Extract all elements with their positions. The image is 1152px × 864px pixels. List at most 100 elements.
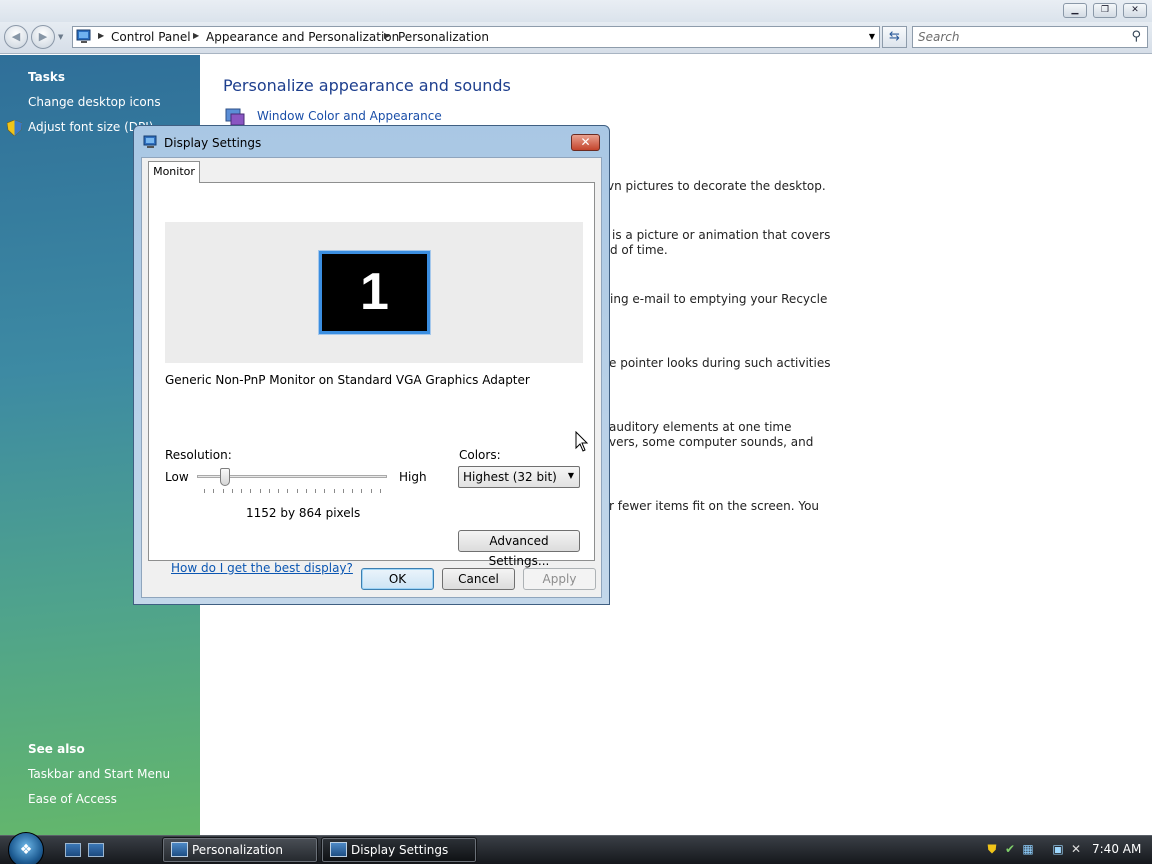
resolution-slider-thumb[interactable] xyxy=(220,468,231,486)
window-color-appearance-link[interactable]: Window Color and Appearance xyxy=(257,109,442,123)
breadcrumb-separator-icon: ▶ xyxy=(384,31,391,40)
window-color-icon xyxy=(225,108,245,126)
windows-update-icon[interactable]: ✔ xyxy=(1003,842,1017,856)
slider-tick xyxy=(287,489,289,493)
dialog-body: Monitor 1 Generic Non-PnP Monitor on Sta… xyxy=(141,157,602,598)
colors-label: Colors: xyxy=(459,448,501,462)
monitor-arrangement-area: 1 xyxy=(165,222,583,363)
refresh-icon: ⇆ xyxy=(889,29,900,44)
link-ease-of-access[interactable]: Ease of Access xyxy=(28,792,117,806)
theme-description-line-1: auditory elements at one time xyxy=(609,420,792,434)
slider-tick xyxy=(259,489,261,493)
taskbar-button-display-settings[interactable]: Display Settings xyxy=(321,837,477,863)
volume-muted-icon[interactable]: ✕ xyxy=(1069,842,1083,856)
control-panel-icon xyxy=(76,29,91,43)
slider-tick xyxy=(342,489,344,493)
forward-button[interactable]: ▶ xyxy=(31,25,55,49)
close-icon: ✕ xyxy=(580,135,591,149)
slider-tick xyxy=(204,489,205,493)
search-icon[interactable]: ⚲ xyxy=(1131,29,1141,44)
slider-tick xyxy=(268,489,270,493)
task-change-desktop-icons[interactable]: Change desktop icons xyxy=(28,95,161,109)
back-arrow-icon: ◀ xyxy=(11,30,21,43)
screen-saver-description-line-2: d of time. xyxy=(610,243,668,257)
slider-tick xyxy=(333,489,335,493)
breadcrumb-appearance-personalization[interactable]: Appearance and Personalization xyxy=(206,30,399,44)
breadcrumb-separator-icon: ▶ xyxy=(193,31,200,40)
minimize-button[interactable]: ▁ xyxy=(1063,3,1087,18)
slider-tick xyxy=(231,489,233,493)
navigation-bar: ◀ ▶ ▼ ▶ Control Panel ▶ Appearance and P… xyxy=(0,22,1152,54)
back-button[interactable]: ◀ xyxy=(4,25,28,49)
display-settings-description: r fewer items fit on the screen. You xyxy=(609,499,820,513)
advanced-settings-button[interactable]: Advanced Settings... xyxy=(458,530,580,568)
dialog-title: Display Settings xyxy=(164,136,262,150)
refresh-button[interactable]: ⇆ xyxy=(882,26,907,48)
breadcrumb-personalization[interactable]: Personalization xyxy=(398,30,489,44)
taskbar-button-personalization[interactable]: Personalization xyxy=(162,837,318,863)
colors-dropdown[interactable]: Highest (32 bit) ▼ xyxy=(458,466,580,488)
slider-tick xyxy=(278,489,280,493)
mouse-cursor-icon xyxy=(575,431,589,452)
address-bar[interactable]: ▶ Control Panel ▶ Appearance and Persona… xyxy=(72,26,880,48)
cancel-button[interactable]: Cancel xyxy=(442,568,515,590)
monitor-description: Generic Non-PnP Monitor on Standard VGA … xyxy=(165,373,530,387)
slider-tick xyxy=(352,489,354,493)
forward-arrow-icon: ▶ xyxy=(38,30,48,43)
display-settings-icon xyxy=(143,135,157,148)
windows-logo-icon: ❖ xyxy=(19,842,33,858)
slider-tick xyxy=(305,489,307,493)
apply-button[interactable]: Apply xyxy=(523,568,596,590)
notification-area: ⛊ ✔ ▦ ▣ ✕ 7:40 AM xyxy=(975,836,1152,864)
slider-tick xyxy=(250,489,252,493)
start-button[interactable]: ❖ xyxy=(8,832,44,864)
best-display-help-link[interactable]: How do I get the best display? xyxy=(171,561,353,575)
search-box: ⚲ xyxy=(912,26,1148,48)
dropdown-arrow-icon: ▼ xyxy=(567,471,574,480)
dialog-close-button[interactable]: ✕ xyxy=(571,134,600,151)
desktop-background-description: vn pictures to decorate the desktop. xyxy=(607,179,826,193)
mouse-pointers-description: e pointer looks during such activities xyxy=(609,356,831,370)
display-settings-window-icon xyxy=(330,842,347,857)
monitor-1-thumbnail[interactable]: 1 xyxy=(318,250,431,335)
resolution-value: 1152 by 864 pixels xyxy=(246,506,361,520)
slider-tick xyxy=(324,489,326,493)
security-alert-icon[interactable]: ⛊ xyxy=(985,842,999,856)
maximize-button[interactable]: ❐ xyxy=(1093,3,1117,18)
show-desktop-icon[interactable] xyxy=(65,843,81,857)
recent-pages-dropdown-icon[interactable]: ▼ xyxy=(58,33,63,41)
close-button[interactable]: ✕ xyxy=(1123,3,1147,18)
uac-shield-icon xyxy=(7,120,22,136)
slider-tick xyxy=(222,489,224,493)
taskbar-clock[interactable]: 7:40 AM xyxy=(1092,842,1141,856)
taskbar: ❖ Personalization Display Settings ⛊ ✔ ▦… xyxy=(0,832,1152,864)
ok-button[interactable]: OK xyxy=(361,568,434,590)
switch-windows-icon[interactable] xyxy=(88,843,104,857)
network-status-icon[interactable]: ▣ xyxy=(1051,842,1065,856)
colors-selected-value: Highest (32 bit) xyxy=(463,470,557,484)
monitor-number: 1 xyxy=(360,263,389,321)
slider-tick xyxy=(370,489,372,493)
link-taskbar-start-menu[interactable]: Taskbar and Start Menu xyxy=(28,767,170,781)
resolution-label: Resolution: xyxy=(165,448,232,462)
slider-tick xyxy=(315,489,317,493)
breadcrumb-control-panel[interactable]: Control Panel xyxy=(111,30,191,44)
page-title: Personalize appearance and sounds xyxy=(223,76,511,95)
slider-low-label: Low xyxy=(165,470,189,484)
monitor-tab-panel: 1 Generic Non-PnP Monitor on Standard VG… xyxy=(148,182,595,575)
slider-tick xyxy=(213,489,215,493)
window-titlebar: ▁ ❐ ✕ xyxy=(0,0,1152,22)
sounds-description: ing e-mail to emptying your Recycle xyxy=(610,292,828,306)
screen-saver-description-line-1: is a picture or animation that covers xyxy=(612,228,831,242)
taskbar-button-label: Display Settings xyxy=(351,843,449,857)
tab-monitor[interactable]: Monitor xyxy=(148,161,200,183)
personalization-window-icon xyxy=(171,842,188,857)
slider-tick xyxy=(296,489,298,493)
network-icon[interactable]: ▦ xyxy=(1021,842,1035,856)
slider-high-label: High xyxy=(399,470,427,484)
slider-tick xyxy=(361,489,363,493)
address-dropdown-icon[interactable]: ▼ xyxy=(869,32,875,41)
theme-description-line-2: vers, some computer sounds, and xyxy=(609,435,814,449)
taskbar-button-label: Personalization xyxy=(192,843,283,857)
search-input[interactable] xyxy=(913,27,1123,47)
